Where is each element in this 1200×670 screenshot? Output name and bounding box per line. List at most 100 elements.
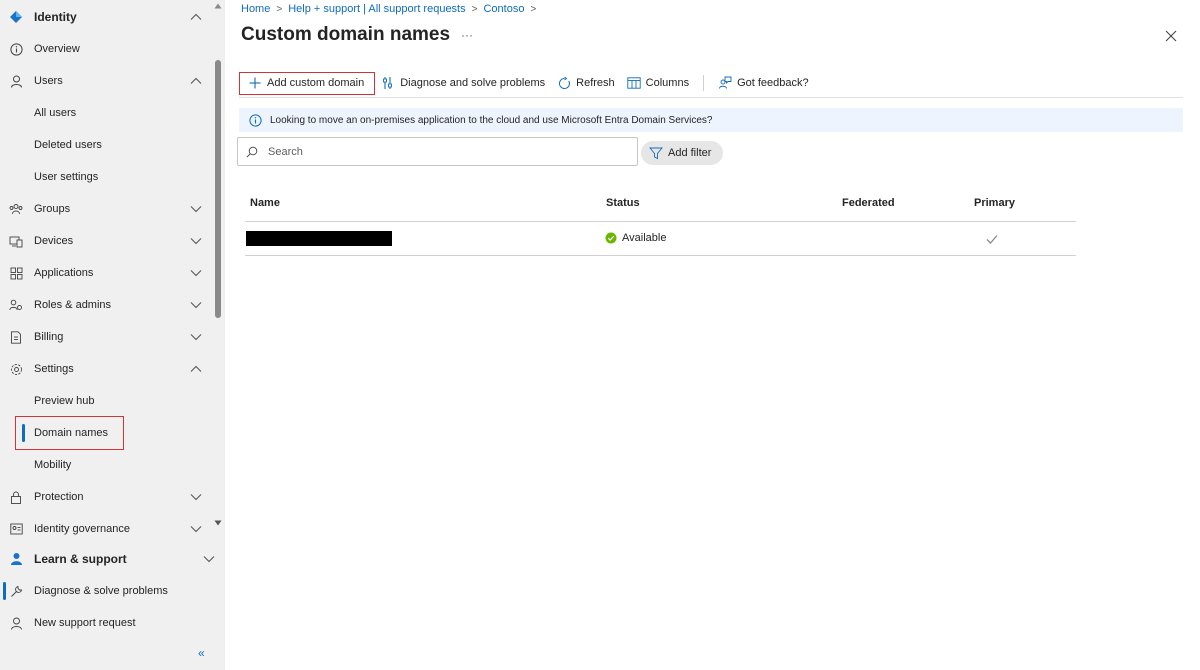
got-feedback-button[interactable]: Got feedback?	[712, 72, 815, 94]
nav-users[interactable]: Users	[0, 65, 212, 97]
main-content: Home > Help + support | All support requ…	[225, 0, 1200, 670]
nav-overview[interactable]: Overview	[0, 33, 212, 65]
lock-icon	[9, 490, 23, 504]
page-title: Custom domain names	[241, 24, 451, 45]
nav-label: Roles & admins	[34, 299, 112, 311]
add-filter-label: Add filter	[668, 147, 712, 159]
info-icon	[9, 42, 23, 56]
nav-label: Groups	[34, 203, 71, 215]
add-custom-domain-label: Add custom domain	[267, 77, 365, 89]
chevron-down-icon[interactable]	[189, 234, 203, 248]
nav-diagnose-solve[interactable]: Diagnose & solve problems	[0, 575, 212, 607]
breadcrumb-support-requests[interactable]: Help + support | All support requests	[288, 3, 465, 15]
gear-icon	[9, 362, 23, 376]
breadcrumb: Home > Help + support | All support requ…	[241, 3, 542, 15]
nav-applications[interactable]: Applications	[0, 257, 212, 289]
nav-scrollbar-thumb[interactable]	[215, 60, 221, 318]
info-banner-text: Looking to move an on-premises applicati…	[270, 114, 713, 126]
nav-label: New support request	[34, 617, 136, 629]
add-custom-domain-button[interactable]: Add custom domain	[239, 71, 376, 95]
nav-label: Settings	[34, 363, 74, 375]
learn-support-icon	[9, 552, 23, 566]
info-icon	[249, 113, 262, 127]
nav-deleted-users[interactable]: Deleted users	[0, 129, 212, 161]
scroll-down-arrow-icon[interactable]	[213, 519, 223, 527]
feedback-icon	[718, 76, 732, 90]
column-header-status[interactable]: Status	[606, 197, 640, 209]
billing-icon	[9, 330, 23, 344]
nav-label: Overview	[34, 43, 80, 55]
status-cell: Available	[605, 232, 666, 244]
chevron-down-icon[interactable]	[189, 202, 203, 216]
columns-label: Columns	[645, 77, 690, 89]
nav-preview-hub[interactable]: Preview hub	[0, 385, 212, 417]
filter-icon	[649, 147, 663, 160]
more-options-button[interactable]: ···	[461, 28, 473, 42]
nav-devices[interactable]: Devices	[0, 225, 212, 257]
user-icon	[9, 74, 23, 88]
nav-scroll-area[interactable]: Identity Overview Users All users Delete…	[0, 0, 212, 535]
chevron-right-icon: >	[276, 3, 283, 15]
chevron-up-icon[interactable]	[189, 74, 203, 88]
nav-mobility[interactable]: Mobility	[0, 449, 212, 481]
info-banner[interactable]: Looking to move an on-premises applicati…	[239, 108, 1183, 132]
diagnose-solve-label: Diagnose and solve problems	[400, 77, 546, 89]
devices-icon	[9, 234, 23, 248]
available-check-icon	[605, 232, 617, 244]
nav-label: Mobility	[34, 459, 72, 471]
breadcrumb-home[interactable]: Home	[241, 3, 270, 15]
add-filter-button[interactable]: Add filter	[641, 141, 724, 165]
nav-new-support-request[interactable]: New support request	[0, 607, 212, 639]
nav-user-settings[interactable]: User settings	[0, 161, 212, 193]
chevron-down-icon[interactable]	[189, 298, 203, 312]
nav-roles-admins[interactable]: Roles & admins	[0, 289, 212, 321]
nav-groups[interactable]: Groups	[0, 193, 212, 225]
scroll-up-arrow-icon[interactable]	[213, 2, 223, 10]
column-header-primary[interactable]: Primary	[974, 197, 1015, 209]
chevron-down-icon[interactable]	[189, 522, 203, 535]
close-icon[interactable]	[1163, 28, 1179, 44]
nav-settings[interactable]: Settings	[0, 353, 212, 385]
toolbar-divider	[703, 75, 705, 91]
redacted-domain-name[interactable]	[246, 231, 392, 246]
chevron-right-icon: >	[530, 3, 537, 15]
columns-icon	[627, 76, 641, 90]
nav-learn-support[interactable]: Learn & support	[0, 543, 215, 575]
nav-label: Users	[34, 75, 63, 87]
refresh-label: Refresh	[576, 77, 615, 89]
nav-label: Protection	[34, 491, 84, 503]
identity-diamond-icon	[9, 10, 23, 24]
nav-label: Diagnose & solve problems	[34, 585, 168, 597]
governance-icon	[9, 522, 23, 535]
search-input[interactable]	[268, 145, 628, 158]
nav-identity-governance[interactable]: Identity governance	[0, 513, 212, 535]
nav-identity[interactable]: Identity	[0, 1, 212, 33]
got-feedback-label: Got feedback?	[737, 77, 809, 89]
wrench-icon	[9, 584, 23, 598]
chevron-up-icon[interactable]	[189, 10, 203, 24]
nav-label: Identity	[34, 10, 77, 24]
collapse-sidebar-button[interactable]: «	[198, 646, 205, 660]
column-header-federated[interactable]: Federated	[842, 197, 895, 209]
search-field[interactable]	[237, 137, 638, 166]
applications-icon	[9, 266, 23, 280]
refresh-button[interactable]: Refresh	[551, 72, 621, 94]
columns-button[interactable]: Columns	[621, 72, 695, 94]
refresh-icon	[557, 76, 571, 90]
column-header-name[interactable]: Name	[250, 197, 280, 209]
selected-indicator	[3, 582, 6, 600]
chevron-up-icon[interactable]	[189, 362, 203, 376]
breadcrumb-contoso[interactable]: Contoso	[483, 3, 524, 15]
header-divider	[245, 221, 1076, 222]
nav-all-users[interactable]: All users	[0, 97, 212, 129]
diagnose-solve-button[interactable]: Diagnose and solve problems	[375, 72, 551, 94]
chevron-down-icon[interactable]	[202, 552, 216, 566]
nav-protection[interactable]: Protection	[0, 481, 212, 513]
chevron-down-icon[interactable]	[189, 266, 203, 280]
search-icon	[246, 146, 258, 157]
chevron-right-icon: >	[471, 3, 478, 15]
nav-billing[interactable]: Billing	[0, 321, 212, 353]
chevron-down-icon[interactable]	[189, 330, 203, 344]
nav-label: Preview hub	[34, 395, 95, 407]
chevron-down-icon[interactable]	[189, 490, 203, 504]
